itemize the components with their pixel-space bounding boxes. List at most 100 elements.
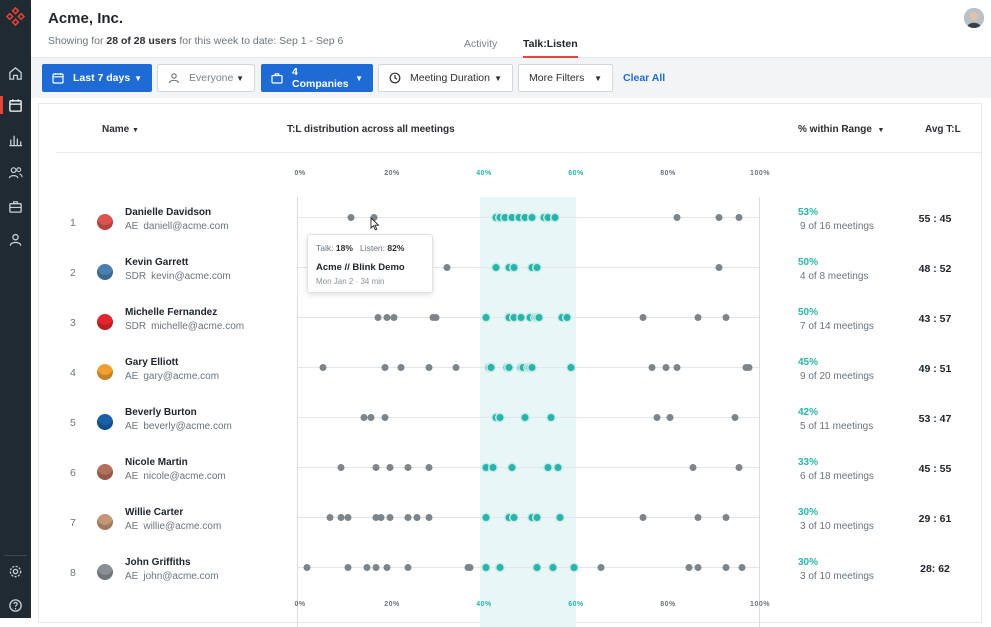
meeting-duration-filter[interactable]: Meeting Duration ▼ <box>378 64 513 92</box>
meeting-point[interactable] <box>528 214 536 221</box>
meeting-point[interactable] <box>533 264 541 271</box>
meeting-point[interactable] <box>528 364 536 371</box>
meeting-point[interactable] <box>319 364 327 371</box>
meeting-point[interactable] <box>383 564 391 571</box>
meeting-point[interactable] <box>492 264 499 271</box>
date-range-filter[interactable]: Last 7 days ▼ <box>42 64 152 92</box>
meeting-point[interactable] <box>689 464 697 471</box>
meeting-point[interactable] <box>381 414 389 421</box>
table-row[interactable]: 4 Gary Elliott AE gary@acme.com 45% 9 of 20 m… <box>39 357 983 407</box>
meeting-point[interactable] <box>496 564 504 571</box>
meeting-point[interactable] <box>597 564 605 571</box>
meeting-point[interactable] <box>694 314 702 321</box>
meeting-point[interactable] <box>425 464 433 471</box>
tab-activity[interactable]: Activity <box>464 38 497 58</box>
meeting-point[interactable] <box>551 214 559 221</box>
meeting-point[interactable] <box>570 564 578 571</box>
meeting-point[interactable] <box>386 464 394 471</box>
meeting-point[interactable] <box>508 464 516 471</box>
meeting-point[interactable] <box>413 514 421 521</box>
more-filters-button[interactable]: More Filters ▼ <box>518 64 613 92</box>
meeting-point[interactable] <box>303 564 311 571</box>
meeting-point[interactable] <box>731 414 739 421</box>
meeting-point[interactable] <box>347 214 355 221</box>
meeting-point[interactable] <box>722 314 729 321</box>
table-row[interactable]: 5 Beverly Burton AE beverly@acme.com 42% 5 of… <box>39 407 983 457</box>
meeting-point[interactable] <box>556 514 564 521</box>
meeting-point[interactable] <box>735 464 743 471</box>
meeting-point[interactable] <box>432 314 440 321</box>
tab-talk-listen[interactable]: Talk:Listen <box>523 38 578 58</box>
table-row[interactable]: 2 Kevin Garrett SDR kevin@acme.com 50% 4 of 8… <box>39 257 983 307</box>
meeting-point[interactable] <box>547 414 555 421</box>
meeting-point[interactable] <box>404 464 412 471</box>
meeting-point[interactable] <box>487 364 495 371</box>
home-icon[interactable] <box>8 66 23 81</box>
meeting-point[interactable] <box>374 314 382 321</box>
meeting-point[interactable] <box>372 464 380 471</box>
user-name[interactable]: Danielle Davidson <box>125 207 211 218</box>
companies-filter[interactable]: 4 Companies ▼ <box>261 64 373 92</box>
meeting-point[interactable] <box>544 464 552 471</box>
meeting-point[interactable] <box>549 564 557 571</box>
help-icon[interactable] <box>8 598 23 613</box>
meeting-point[interactable] <box>510 264 518 271</box>
meeting-point[interactable] <box>496 414 504 421</box>
meeting-point[interactable] <box>381 364 389 371</box>
user-icon[interactable] <box>8 232 23 247</box>
meeting-point[interactable] <box>482 564 490 571</box>
meeting-point[interactable] <box>666 414 674 421</box>
meeting-point[interactable] <box>685 564 693 571</box>
meeting-point[interactable] <box>673 214 681 221</box>
meeting-point[interactable] <box>489 464 497 471</box>
meeting-point[interactable] <box>390 314 398 321</box>
meeting-point[interactable] <box>639 314 647 321</box>
col-header-name[interactable]: Name ▼ <box>102 124 139 135</box>
calendar-icon[interactable] <box>8 98 23 113</box>
meeting-point[interactable] <box>386 514 394 521</box>
meeting-point[interactable] <box>326 514 334 521</box>
user-name[interactable]: Gary Elliott <box>125 357 178 368</box>
table-row[interactable]: 1 Danielle Davidson AE daniell@acme.com 53% 9… <box>39 207 983 257</box>
meeting-point[interactable] <box>404 564 412 571</box>
meeting-point[interactable] <box>533 564 541 571</box>
meeting-point[interactable] <box>554 464 562 471</box>
meeting-point[interactable] <box>639 514 647 521</box>
meeting-point[interactable] <box>535 314 543 321</box>
meeting-point[interactable] <box>337 464 345 471</box>
meeting-point[interactable] <box>735 214 743 221</box>
bar-chart-icon[interactable] <box>8 132 23 147</box>
meeting-point[interactable] <box>715 214 723 221</box>
user-name[interactable]: Kevin Garrett <box>125 257 188 268</box>
app-logo-icon[interactable] <box>5 6 26 27</box>
meeting-point[interactable] <box>367 414 375 421</box>
user-name[interactable]: John Griffiths <box>125 557 191 568</box>
meeting-point[interactable] <box>344 564 352 571</box>
meeting-point[interactable] <box>662 364 670 371</box>
meeting-point[interactable] <box>722 514 729 521</box>
col-header-within-range[interactable]: % within Range ▼ <box>798 124 884 135</box>
meeting-point[interactable] <box>533 514 541 521</box>
meeting-point[interactable] <box>425 364 433 371</box>
meeting-point[interactable] <box>722 564 729 571</box>
meeting-point[interactable] <box>443 264 451 271</box>
meeting-point[interactable] <box>715 264 723 271</box>
user-name[interactable]: Beverly Burton <box>125 407 197 418</box>
users-icon[interactable] <box>8 165 23 180</box>
meeting-point[interactable] <box>694 564 702 571</box>
meeting-point[interactable] <box>404 514 412 521</box>
meeting-point[interactable] <box>673 364 681 371</box>
user-name[interactable]: Nicole Martin <box>125 457 188 468</box>
user-avatar[interactable] <box>964 8 984 28</box>
meeting-point[interactable] <box>452 364 460 371</box>
meeting-point[interactable] <box>397 364 405 371</box>
meeting-point[interactable] <box>466 564 474 571</box>
meeting-point[interactable] <box>745 364 752 371</box>
meeting-point[interactable] <box>653 414 660 421</box>
people-filter[interactable]: Everyone ▼ <box>157 64 255 92</box>
meeting-point[interactable] <box>517 314 525 321</box>
meeting-point[interactable] <box>482 314 490 321</box>
meeting-point[interactable] <box>563 314 571 321</box>
meeting-point[interactable] <box>567 364 575 371</box>
meeting-point[interactable] <box>425 514 433 521</box>
